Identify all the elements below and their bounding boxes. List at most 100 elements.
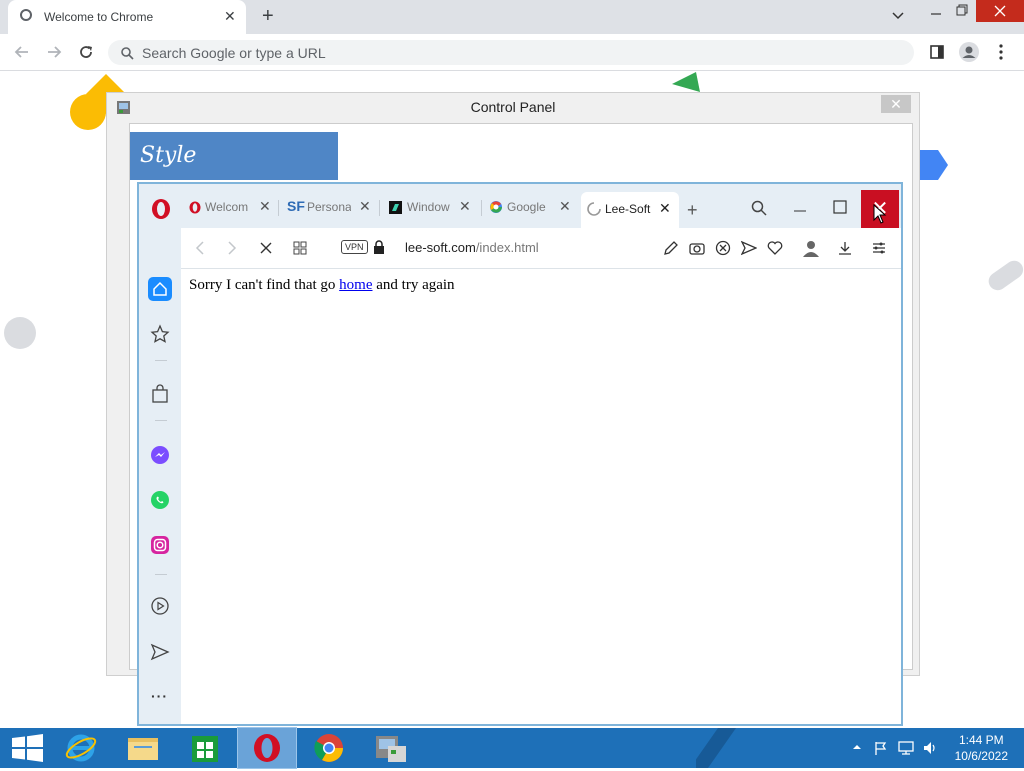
sidebar-divider bbox=[155, 360, 167, 361]
menu-icon[interactable] bbox=[996, 43, 1006, 61]
opera-tab-label: Google bbox=[507, 200, 546, 214]
opera-tab-lee-soft[interactable]: Lee-Soft ✕ bbox=[581, 192, 679, 228]
edit-icon[interactable] bbox=[663, 240, 679, 256]
lock-icon[interactable] bbox=[373, 240, 385, 254]
new-tab-button[interactable]: + bbox=[262, 5, 274, 28]
flag-icon[interactable] bbox=[874, 740, 888, 756]
messenger-icon[interactable] bbox=[150, 445, 170, 465]
send-icon[interactable] bbox=[741, 240, 757, 256]
opera-menu-icon[interactable] bbox=[151, 198, 171, 220]
opera-icon bbox=[189, 201, 201, 214]
folder-icon bbox=[128, 738, 158, 760]
stop-loading-icon[interactable] bbox=[259, 241, 273, 255]
taskbar: 1:44 PM 10/6/2022 bbox=[0, 727, 1024, 769]
tab-divider bbox=[278, 200, 279, 216]
taskbar-file-explorer[interactable] bbox=[114, 728, 172, 768]
shopping-bag-icon[interactable] bbox=[151, 384, 169, 404]
close-icon bbox=[994, 5, 1006, 17]
chevron-down-icon[interactable] bbox=[890, 10, 906, 22]
clock[interactable]: 1:44 PM 10/6/2022 bbox=[955, 732, 1008, 764]
internet-explorer-icon bbox=[65, 734, 97, 762]
tab-close-icon[interactable]: ✕ bbox=[359, 198, 371, 215]
tab-divider bbox=[481, 200, 482, 216]
adblock-icon[interactable] bbox=[715, 240, 731, 256]
opera-tab-welcome[interactable]: Welcom ✕ bbox=[183, 190, 277, 224]
forward-icon[interactable] bbox=[225, 240, 239, 256]
whatsapp-icon[interactable] bbox=[150, 490, 170, 510]
speed-dial-icon[interactable] bbox=[293, 241, 307, 255]
chrome-tab-welcome[interactable]: Welcome to Chrome ✕ bbox=[8, 0, 246, 34]
opera-new-tab-button[interactable]: + bbox=[687, 200, 698, 221]
send-icon[interactable] bbox=[150, 642, 170, 662]
windows-logo-icon bbox=[12, 734, 43, 762]
instagram-icon[interactable] bbox=[150, 535, 170, 555]
back-icon[interactable] bbox=[193, 240, 207, 256]
maximize-icon[interactable] bbox=[833, 200, 847, 214]
easy-setup-icon[interactable] bbox=[871, 240, 887, 256]
omnibox[interactable]: Search Google or type a URL bbox=[108, 40, 914, 65]
start-button[interactable] bbox=[0, 728, 58, 768]
taskbar-store[interactable] bbox=[176, 728, 234, 768]
star-icon[interactable] bbox=[150, 324, 170, 344]
restore-icon[interactable] bbox=[954, 3, 970, 17]
home-link[interactable]: home bbox=[339, 277, 372, 293]
taskbar-control-panel[interactable] bbox=[362, 728, 420, 768]
sidebar-divider bbox=[155, 574, 167, 575]
back-icon[interactable] bbox=[12, 43, 32, 61]
decorative-grey-circle bbox=[4, 317, 36, 349]
control-panel-title: Control Panel bbox=[470, 99, 556, 115]
player-icon[interactable] bbox=[150, 596, 170, 616]
minimize-icon[interactable] bbox=[793, 208, 807, 214]
tab-close-icon[interactable]: ✕ bbox=[559, 198, 571, 215]
taskbar-ie[interactable] bbox=[52, 728, 110, 768]
opera-tab-google[interactable]: Google ✕ bbox=[485, 190, 579, 224]
home-button[interactable] bbox=[148, 277, 172, 301]
clock-time: 1:44 PM bbox=[958, 733, 1004, 747]
sidebar-divider bbox=[155, 420, 167, 421]
tab-search-icon[interactable] bbox=[751, 200, 767, 216]
opera-tab-window[interactable]: Window ✕ bbox=[383, 190, 479, 224]
heart-icon[interactable] bbox=[767, 240, 783, 256]
decorative-green-shape bbox=[672, 72, 700, 92]
chrome-tab-close-icon[interactable]: ✕ bbox=[224, 8, 236, 25]
opera-tab-label: Window bbox=[407, 200, 450, 214]
download-icon[interactable] bbox=[837, 240, 853, 256]
sidebar-more-button[interactable]: ··· bbox=[151, 688, 168, 704]
tab-close-icon[interactable]: ✕ bbox=[459, 198, 471, 215]
profile-icon[interactable] bbox=[958, 41, 980, 63]
app-icon bbox=[389, 201, 402, 214]
opera-sidebar: ··· bbox=[139, 228, 181, 724]
taskbar-decoration bbox=[696, 728, 736, 768]
opera-window: Welcom ✕ SF Personal ✕ Window ✕ Google ✕… bbox=[137, 182, 903, 726]
url-field[interactable]: lee-soft.com/index.html bbox=[405, 240, 539, 255]
control-panel-close-button[interactable]: ✕ bbox=[881, 95, 911, 113]
tab-close-icon[interactable]: ✕ bbox=[659, 200, 671, 217]
vpn-badge[interactable]: VPN bbox=[341, 240, 368, 254]
chrome-tab-title: Welcome to Chrome bbox=[44, 10, 154, 24]
decorative-grey-shape bbox=[988, 260, 1024, 291]
mouse-cursor-icon bbox=[873, 204, 887, 224]
chrome-close-button[interactable] bbox=[976, 0, 1024, 22]
globe-icon bbox=[20, 9, 32, 21]
sidepanel-icon[interactable] bbox=[929, 44, 945, 60]
error-message: Sorry I can't find that go home and try … bbox=[189, 277, 455, 294]
url-path: /index.html bbox=[475, 240, 539, 255]
opera-page-content: Sorry I can't find that go home and try … bbox=[181, 269, 901, 724]
network-icon[interactable] bbox=[898, 740, 914, 756]
show-hidden-icons-icon[interactable] bbox=[852, 742, 862, 752]
minimize-icon[interactable] bbox=[928, 6, 944, 20]
opera-icon bbox=[254, 734, 280, 762]
tab-close-icon[interactable]: ✕ bbox=[259, 198, 271, 215]
taskbar-opera[interactable] bbox=[237, 727, 297, 769]
profile-icon[interactable] bbox=[801, 238, 821, 258]
volume-icon[interactable] bbox=[922, 740, 938, 756]
reload-icon[interactable] bbox=[76, 42, 96, 62]
tab-divider bbox=[379, 200, 380, 216]
camera-icon[interactable] bbox=[689, 240, 705, 256]
message-text-after: and try again bbox=[376, 277, 455, 293]
taskbar-chrome[interactable] bbox=[300, 728, 358, 768]
opera-tab-label: Welcom bbox=[205, 200, 249, 214]
loading-icon bbox=[587, 202, 601, 216]
opera-tab-personal[interactable]: SF Personal ✕ bbox=[281, 190, 377, 224]
forward-icon[interactable] bbox=[44, 43, 64, 61]
